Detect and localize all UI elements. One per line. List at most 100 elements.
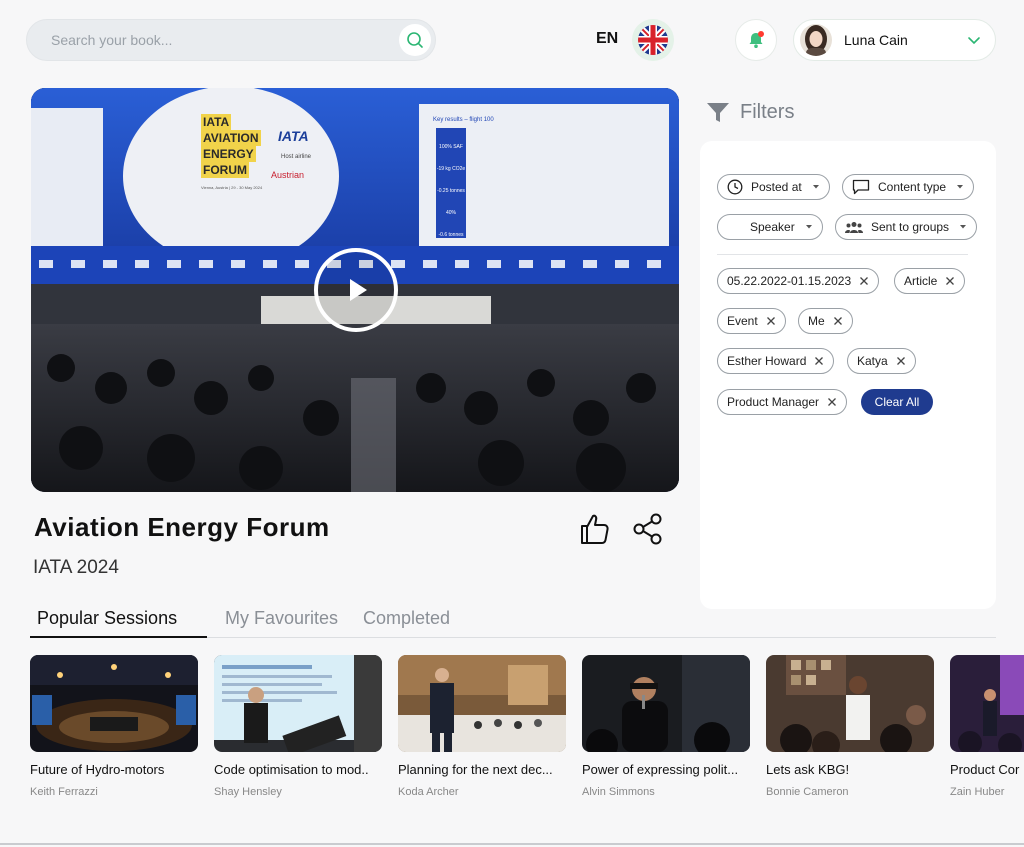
- remove-filter-button[interactable]: [814, 356, 824, 366]
- content-type-dropdown[interactable]: Content type: [842, 174, 975, 200]
- like-button[interactable]: [578, 512, 610, 551]
- close-icon: [828, 398, 837, 406]
- session-card[interactable]: Future of Hydro-motors Keith Ferrazzi: [30, 655, 198, 798]
- posted-at-dropdown[interactable]: Posted at: [717, 174, 830, 200]
- session-card[interactable]: Lets ask KBG! Bonnie Cameron: [766, 655, 934, 798]
- chip-label: Product Manager: [727, 395, 820, 409]
- tab-popular-sessions[interactable]: Popular Sessions: [37, 608, 177, 629]
- user-name: Luna Cain: [844, 32, 908, 48]
- session-thumbnail[interactable]: [214, 655, 382, 752]
- filters-title: Filters: [740, 101, 795, 123]
- session-author: Keith Ferrazzi: [30, 786, 98, 798]
- session-card[interactable]: Power of expressing polit... Alvin Simmo…: [582, 655, 750, 798]
- notifications-button[interactable]: [735, 19, 777, 61]
- slide-line-2: AVIATION: [201, 130, 261, 146]
- slide-line-1: IATA: [201, 114, 232, 130]
- session-author: Zain Huber: [950, 786, 1005, 798]
- slide-host-label: Host airline: [281, 154, 312, 160]
- slide-airline: Austrian: [271, 170, 305, 180]
- session-title: Lets ask KBG!: [766, 762, 850, 777]
- comment-icon: [852, 179, 870, 195]
- clock-icon: [727, 179, 743, 195]
- slide-line-4: FORUM: [201, 162, 249, 178]
- dropdown-label: Sent to groups: [871, 220, 950, 234]
- session-title: Code optimisation to mod..: [214, 762, 369, 777]
- slide-iata-logo: IATA: [278, 128, 309, 144]
- session-thumbnail[interactable]: [582, 655, 750, 752]
- play-icon: [350, 279, 367, 301]
- filters-panel: [700, 141, 996, 609]
- filters-header: Filters: [706, 101, 794, 124]
- chip-label: Me: [808, 314, 825, 328]
- active-filter-chip[interactable]: Esther Howard: [717, 348, 835, 374]
- remove-filter-button[interactable]: [827, 397, 837, 407]
- share-icon: [633, 513, 662, 545]
- session-author: Alvin Simmons: [582, 786, 655, 798]
- play-button[interactable]: [314, 248, 398, 332]
- remove-filter-button[interactable]: [766, 316, 776, 326]
- clear-all-button[interactable]: Clear All: [861, 389, 933, 415]
- chip-label: Article: [904, 274, 938, 288]
- tab-completed[interactable]: Completed: [363, 608, 450, 629]
- speaker-dropdown[interactable]: Speaker: [717, 214, 823, 240]
- session-thumbnail[interactable]: [950, 655, 1024, 752]
- slide-stat: -19 kg CO2e: [436, 166, 466, 172]
- remove-filter-button[interactable]: [833, 316, 843, 326]
- caret-down-icon: [812, 185, 819, 189]
- session-author: Shay Hensley: [214, 786, 282, 798]
- chip-label: 05.22.2022-01.15.2023: [727, 274, 852, 288]
- caret-down-icon: [957, 185, 964, 189]
- active-filter-chip[interactable]: 05.22.2022-01.15.2023: [717, 268, 880, 294]
- user-menu[interactable]: Luna Cain: [793, 19, 996, 61]
- search-button[interactable]: [399, 24, 431, 56]
- video-title: Aviation Energy Forum: [34, 512, 330, 542]
- bell-icon: [749, 31, 764, 48]
- session-tabs: Popular Sessions My Favourites Completed: [30, 604, 996, 638]
- session-card[interactable]: Code optimisation to mod.. Shay Hensley: [214, 655, 382, 798]
- group-icon: [845, 222, 863, 233]
- remove-filter-button[interactable]: [945, 276, 955, 286]
- active-filter-chip[interactable]: Event: [717, 308, 786, 334]
- session-thumbnail[interactable]: [766, 655, 934, 752]
- horizontal-scrollbar[interactable]: [0, 843, 1024, 845]
- filter-icon: [707, 102, 729, 122]
- session-title: Product Cor: [950, 762, 1020, 777]
- slide-stats: 100% SAF -19 kg CO2e -0.25 tonnes 40% -0…: [436, 136, 466, 246]
- sent-to-groups-dropdown[interactable]: Sent to groups: [835, 214, 978, 240]
- active-filter-chip[interactable]: Article: [894, 268, 966, 294]
- remove-filter-button[interactable]: [859, 276, 869, 286]
- session-thumbnail[interactable]: [30, 655, 198, 752]
- language-flag-button[interactable]: [632, 19, 674, 61]
- slide-forum-title: IATA AVIATION ENERGY FORUM: [201, 114, 261, 178]
- dropdown-label: Speaker: [750, 220, 795, 234]
- session-title: Future of Hydro-motors: [30, 762, 165, 777]
- uk-flag-icon: [638, 25, 668, 55]
- dropdown-label: Posted at: [751, 180, 802, 194]
- session-title: Planning for the next dec...: [398, 762, 553, 777]
- search-bar[interactable]: [26, 19, 436, 61]
- slide-stat: -0.25 tonnes: [437, 188, 465, 194]
- session-thumbnail[interactable]: [398, 655, 566, 752]
- dropdown-label: Content type: [878, 180, 947, 194]
- slide-stat: -0.6 tonnes: [438, 232, 464, 238]
- session-card[interactable]: Product Cor Zain Huber: [950, 655, 1024, 798]
- session-card[interactable]: Planning for the next dec... Koda Archer: [398, 655, 566, 798]
- share-button[interactable]: [632, 512, 664, 551]
- language-label[interactable]: EN: [596, 30, 618, 48]
- active-filter-chip[interactable]: Me: [798, 308, 853, 334]
- active-tab-indicator: [30, 636, 207, 638]
- chip-label: Event: [727, 314, 758, 328]
- close-icon: [766, 317, 775, 325]
- video-player[interactable]: IATA AVIATION ENERGY FORUM IATA Host air…: [31, 88, 679, 492]
- avatar: [800, 24, 832, 56]
- slide-date: Vienna, Austria | 29 - 30 May 2024: [201, 185, 263, 190]
- caret-down-icon: [960, 225, 967, 229]
- tab-my-favourites[interactable]: My Favourites: [225, 608, 338, 629]
- remove-filter-button[interactable]: [896, 356, 906, 366]
- active-filter-chip[interactable]: Product Manager: [717, 389, 848, 415]
- session-title: Power of expressing polit...: [582, 762, 739, 777]
- slide-right-header: Key results – flight 100: [433, 117, 494, 123]
- active-filter-chip[interactable]: Katya: [847, 348, 916, 374]
- search-input[interactable]: [51, 32, 381, 48]
- search-icon: [407, 32, 423, 48]
